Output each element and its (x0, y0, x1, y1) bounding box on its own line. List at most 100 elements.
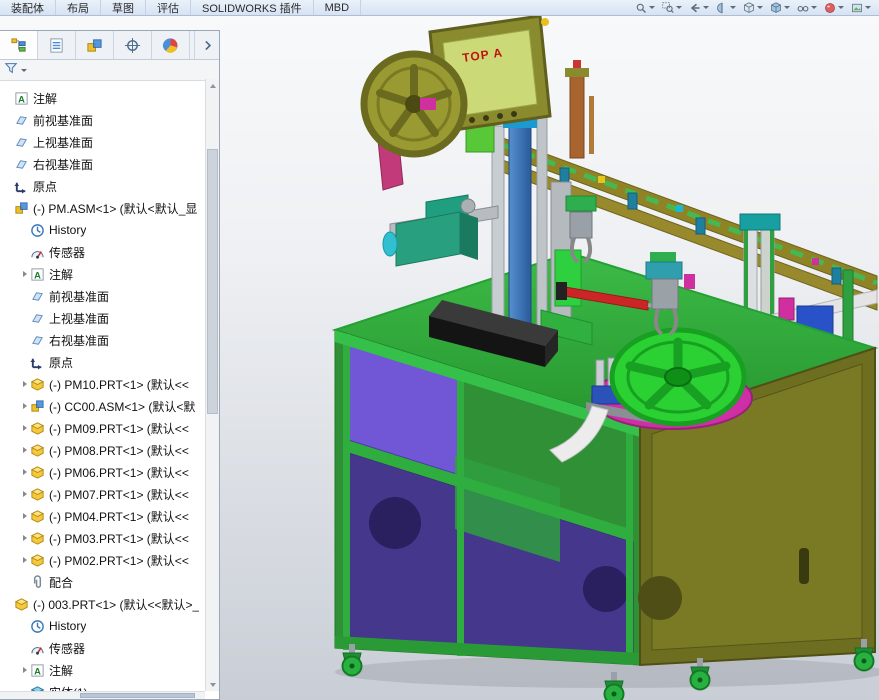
display-style-icon (770, 1, 782, 14)
tree-item-label: 原点 (33, 179, 58, 194)
history-icon (30, 223, 45, 238)
dropdown-chevron-icon[interactable] (757, 6, 763, 9)
dropdown-chevron-icon[interactable] (865, 6, 871, 9)
ribbon-tab[interactable]: 评估 (146, 0, 191, 15)
tree-item[interactable]: A 注解 (0, 87, 203, 109)
history-icon (30, 619, 45, 634)
tree-item[interactable]: 传感器 (0, 637, 203, 659)
dropdown-chevron-icon[interactable] (730, 6, 736, 9)
expand-arrow-icon[interactable] (20, 403, 30, 409)
tree-item[interactable]: 右视基准面 (0, 329, 203, 351)
vertical-scroll-thumb[interactable] (207, 149, 218, 414)
dropdown-chevron-icon[interactable] (676, 6, 682, 9)
tree-item[interactable]: 原点 (0, 175, 203, 197)
tree-item[interactable]: (-) PM03.PRT<1> (默认<< (0, 527, 203, 549)
tree-item[interactable]: (-) PM09.PRT<1> (默认<< (0, 417, 203, 439)
expand-arrow-icon[interactable] (20, 667, 30, 673)
tree-item-label: History (49, 619, 87, 633)
tree-item[interactable]: (-) PM06.PRT<1> (默认<< (0, 461, 203, 483)
tree-item[interactable]: 上视基准面 (0, 307, 203, 329)
tree-item[interactable]: (-) PM04.PRT<1> (默认<< (0, 505, 203, 527)
dimxpert-tab[interactable] (114, 31, 152, 59)
expand-arrow-icon[interactable] (20, 425, 30, 431)
tree-item[interactable]: 配合 (0, 571, 203, 593)
tree-item[interactable]: 前视基准面 (0, 285, 203, 307)
tree-item[interactable]: (-) PM08.PRT<1> (默认<< (0, 439, 203, 461)
edit-appearance-button[interactable] (822, 1, 846, 15)
filter-dropdown-chevron-icon[interactable] (21, 68, 27, 72)
filter-funnel-icon[interactable] (4, 61, 18, 80)
expand-arrow-icon[interactable] (20, 557, 30, 563)
ribbon-tab[interactable]: 布局 (56, 0, 101, 15)
view-orientation-button[interactable] (741, 1, 765, 15)
display-style-button[interactable] (768, 1, 792, 15)
tree-item[interactable]: (-) PM02.PRT<1> (默认<< (0, 549, 203, 571)
tree-item[interactable]: (-) CC00.ASM<1> (默认<默 (0, 395, 203, 417)
dropdown-chevron-icon[interactable] (649, 6, 655, 9)
part-icon (30, 531, 45, 546)
tree-item[interactable]: 右视基准面 (0, 153, 203, 175)
part-icon (30, 377, 45, 392)
expand-arrow-icon[interactable] (20, 469, 30, 475)
tree-item[interactable]: (-) PM07.PRT<1> (默认<< (0, 483, 203, 505)
tree-item[interactable]: 上视基准面 (0, 131, 203, 153)
reel-left[interactable] (360, 50, 468, 191)
featuremanager-tree-icon (10, 37, 27, 54)
dropdown-chevron-icon[interactable] (703, 6, 709, 9)
expand-arrow-icon[interactable] (20, 381, 30, 387)
tree-vertical-scrollbar[interactable] (205, 79, 219, 691)
expand-arrow-icon[interactable] (20, 513, 30, 519)
zoom-area-button[interactable] (660, 1, 684, 15)
ribbon-tab[interactable]: MBD (314, 0, 362, 15)
tree-item[interactable]: 前视基准面 (0, 109, 203, 131)
tree-item[interactable]: (-) PM.ASM<1> (默认<默认_显 (0, 197, 203, 219)
scroll-up-icon[interactable] (206, 79, 219, 92)
expand-arrow-icon[interactable] (20, 535, 30, 541)
ribbon-tab[interactable]: 草图 (101, 0, 146, 15)
tree-item[interactable]: History (0, 615, 203, 637)
expand-arrow-icon[interactable] (20, 447, 30, 453)
tree-item[interactable]: (-) 003.PRT<1> (默认<<默认>_ (0, 593, 203, 615)
configurationmanager-icon (86, 37, 103, 54)
panel-collapse-button[interactable] (194, 31, 219, 59)
propertymanager-tab[interactable] (38, 31, 76, 59)
tree-item[interactable]: (-) PM10.PRT<1> (默认<< (0, 373, 203, 395)
part-icon (30, 509, 45, 524)
feature-tree-filter[interactable] (0, 60, 219, 81)
svg-text:A: A (18, 94, 25, 104)
tree-item[interactable]: History (0, 219, 203, 241)
zoom-fit-button[interactable] (633, 1, 657, 15)
tree-item[interactable]: A 注解 (0, 659, 203, 681)
tree-item[interactable]: 传感器 (0, 241, 203, 263)
plane-icon (14, 113, 29, 128)
dropdown-chevron-icon[interactable] (784, 6, 790, 9)
part-icon (30, 465, 45, 480)
tree-item-label: (-) PM04.PRT<1> (默认<< (49, 509, 189, 524)
dropdown-chevron-icon[interactable] (838, 6, 844, 9)
tree-horizontal-scrollbar[interactable] (0, 691, 205, 699)
expand-arrow-icon[interactable] (20, 491, 30, 497)
dimxpert-icon (124, 37, 141, 54)
hide-show-button[interactable] (795, 1, 819, 15)
apply-scene-button[interactable] (849, 1, 873, 15)
ribbon-tab[interactable]: 装配体 (0, 0, 56, 15)
dropdown-chevron-icon[interactable] (811, 6, 817, 9)
configurationmanager-tab[interactable] (76, 31, 114, 59)
featuremanager-tab[interactable] (0, 31, 38, 59)
hide-show-icon (797, 2, 809, 14)
part-icon (30, 553, 45, 568)
section-view-button[interactable] (714, 1, 738, 15)
reel-right[interactable] (609, 327, 747, 427)
horizontal-scroll-thumb[interactable] (80, 693, 195, 698)
previous-view-button[interactable] (687, 1, 711, 15)
tree-item-label: 原点 (49, 355, 74, 370)
ribbon-tab[interactable]: SOLIDWORKS 插件 (191, 0, 314, 15)
tree-item-label: History (49, 223, 87, 237)
scroll-down-icon[interactable] (206, 678, 219, 691)
tree-item[interactable]: A 注解 (0, 263, 203, 285)
part-icon (14, 597, 29, 612)
displaymanager-tab[interactable] (152, 31, 190, 59)
tree-item-label: 右视基准面 (33, 157, 94, 172)
tree-item[interactable]: 原点 (0, 351, 203, 373)
expand-arrow-icon[interactable] (20, 271, 30, 277)
